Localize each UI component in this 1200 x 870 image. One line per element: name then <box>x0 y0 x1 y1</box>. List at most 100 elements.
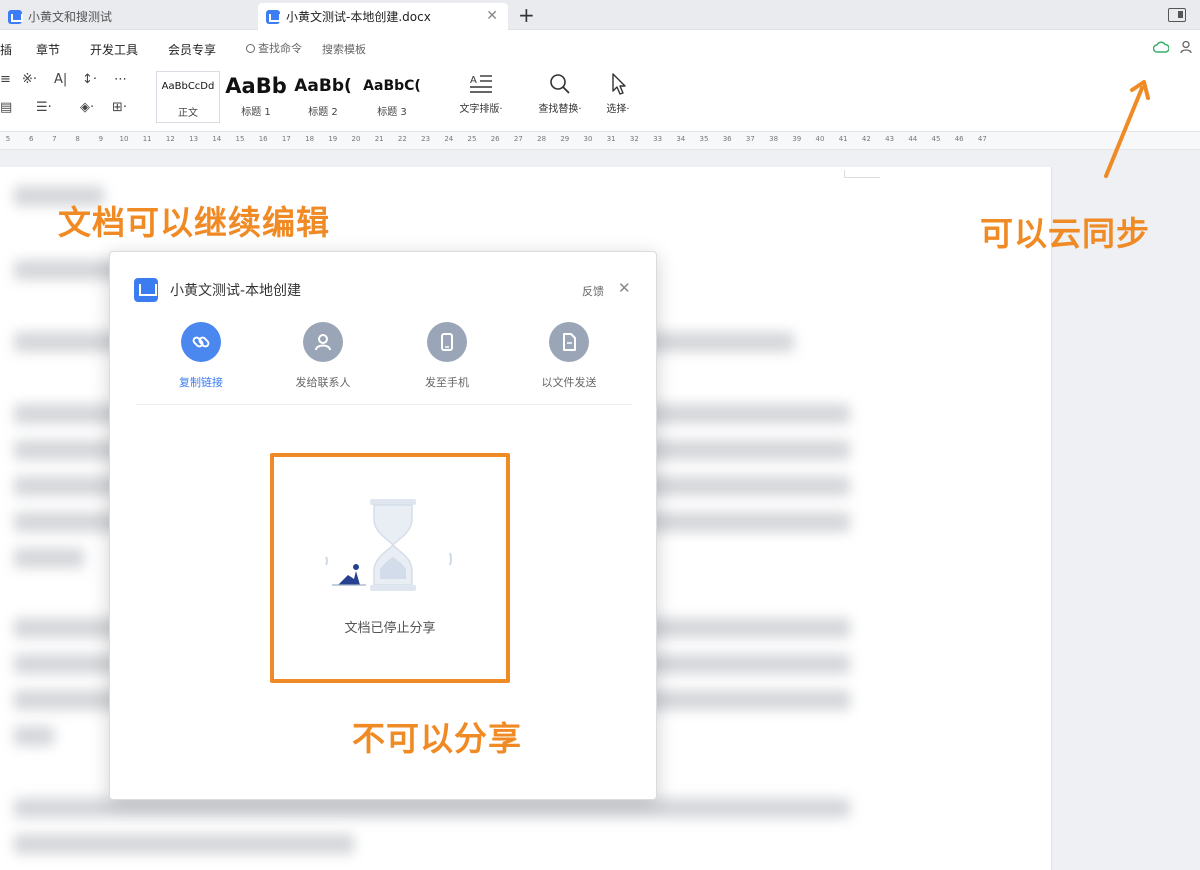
ruler-tick-label: 37 <box>745 135 755 143</box>
align-icon[interactable]: ▤ <box>0 100 12 115</box>
style-heading-3[interactable]: AaBbC( 标题 3 <box>356 71 428 123</box>
search-template-link[interactable]: 搜索模板 <box>322 41 366 57</box>
annotation-no-share: 不可以分享 <box>352 719 522 758</box>
option-label: 以文件发送 <box>541 376 597 389</box>
shading-icon[interactable]: ◈· <box>80 100 94 115</box>
ruler-tick-label: 39 <box>792 135 802 143</box>
close-icon[interactable]: ✕ <box>618 280 631 296</box>
share-copy-link[interactable]: 复制链接 <box>146 322 256 390</box>
style-label: 标题 3 <box>377 107 407 118</box>
ruler-tick-label: 33 <box>653 135 663 143</box>
style-preview: AaBbCcDd <box>161 81 215 92</box>
ribbon-toolbar: ≡ ※· A| ↕· ⋯ ▤ ☰· ◈· ⊞· AaBbCcDd 正文 AaBb… <box>0 66 1200 132</box>
annotation-editable: 文档可以继续编辑 <box>58 203 330 242</box>
line-spacing-icon[interactable]: ☰· <box>36 100 52 115</box>
annotation-arrow <box>1104 80 1150 178</box>
ruler-tick-label: 9 <box>98 135 104 143</box>
window-layout-icon[interactable] <box>1168 8 1186 22</box>
menu-insert[interactable]: 插 <box>0 41 12 58</box>
ruler-tick-label: 6 <box>28 135 34 143</box>
share-as-file[interactable]: 以文件发送 <box>514 322 624 390</box>
ruler-tick-label: 12 <box>165 135 175 143</box>
ruler-tick-label: 26 <box>490 135 500 143</box>
svg-text:A: A <box>470 75 477 86</box>
option-label: 发给联系人 <box>295 376 351 389</box>
menu-bar: 插 章节 开发工具 会员专享 查找命令 搜索模板 <box>0 30 1200 66</box>
menu-developer-tools[interactable]: 开发工具 <box>90 41 138 58</box>
ruler-tick-label: 22 <box>397 135 407 143</box>
style-preview: AaBb <box>225 74 287 98</box>
menu-section[interactable]: 章节 <box>36 41 60 58</box>
ruler-tick-label: 14 <box>212 135 222 143</box>
collaborator-icon[interactable] <box>1180 40 1194 54</box>
style-heading-2[interactable]: AaBb( 标题 2 <box>290 71 356 123</box>
blurred-text-line <box>14 548 84 568</box>
para-spacing-icon[interactable]: ≡ <box>0 72 11 87</box>
asian-layout-icon[interactable]: ※· <box>22 72 37 87</box>
ruler-tick-label: 18 <box>305 135 315 143</box>
ruler-tick-label: 24 <box>444 135 454 143</box>
share-stopped-message: 文档已停止分享 <box>344 621 436 636</box>
ruler-tick-label: 36 <box>722 135 732 143</box>
share-stopped-panel: 文档已停止分享 <box>270 453 510 683</box>
text-layout-label: 文字排版· <box>459 104 503 115</box>
select-label: 选择· <box>606 104 630 115</box>
text-layout-button[interactable]: A 文字排版· <box>448 72 514 115</box>
border-icon[interactable]: ⊞· <box>112 100 127 115</box>
style-preview: AaBbC( <box>363 78 421 94</box>
ruler-tick-label: 13 <box>189 135 199 143</box>
menu-member-exclusive[interactable]: 会员专享 <box>168 41 216 58</box>
tab-document-2-active[interactable]: 小黄文测试-本地创建.docx ✕ <box>258 3 508 30</box>
ruler-tick-label: 16 <box>258 135 268 143</box>
horizontal-ruler[interactable]: 5 6 7 8 9 10 11 12 13 14 15 16 17 18 19 20 21 22 23 24 25 26 2… <box>0 132 1200 150</box>
ruler-tick-label: 30 <box>583 135 593 143</box>
file-icon <box>549 322 589 362</box>
ruler-tick-label: 20 <box>351 135 361 143</box>
feedback-link[interactable]: 反馈 <box>582 283 604 299</box>
sort-icon[interactable]: ↕· <box>82 72 97 87</box>
style-label: 标题 2 <box>308 107 338 118</box>
select-button[interactable]: 选择· <box>596 72 640 115</box>
ruler-tick-label: 45 <box>931 135 941 143</box>
cursor-arrow-icon <box>612 73 626 95</box>
tab-bar: 小黄文和搜测试 小黄文测试-本地创建.docx ✕ + <box>0 0 1200 30</box>
ruler-tick-label: 29 <box>560 135 570 143</box>
search-command-label: 查找命令 <box>258 42 302 55</box>
char-format-icon[interactable]: A| <box>54 72 67 87</box>
find-replace-button[interactable]: 查找替换· <box>528 72 592 115</box>
style-label: 标题 1 <box>241 107 271 118</box>
share-to-phone[interactable]: 发至手机 <box>392 322 502 390</box>
contact-icon <box>303 322 343 362</box>
style-preview: AaBb( <box>294 76 352 96</box>
style-heading-1[interactable]: AaBb 标题 1 <box>222 71 290 123</box>
wps-doc-icon <box>266 9 281 24</box>
dialog-title: 小黄文测试-本地创建 <box>170 283 302 299</box>
option-label: 发至手机 <box>425 376 469 389</box>
search-command[interactable]: 查找命令 <box>246 40 302 56</box>
ruler-tick-label: 34 <box>676 135 686 143</box>
share-to-contact[interactable]: 发给联系人 <box>268 322 378 390</box>
cloud-sync-icon[interactable] <box>1153 41 1169 53</box>
close-tab-icon[interactable]: ✕ <box>486 8 498 24</box>
hourglass-illustration-icon <box>325 499 452 591</box>
tab-document-1[interactable]: 小黄文和搜测试 <box>0 3 252 30</box>
style-label: 正文 <box>178 108 198 119</box>
option-label: 复制链接 <box>179 376 223 389</box>
ruler-tick-label: 19 <box>328 135 338 143</box>
ruler-tick-label: 8 <box>75 135 80 143</box>
ruler-tick-label: 43 <box>885 135 895 143</box>
new-tab-plus-icon[interactable]: + <box>518 3 535 27</box>
ruler-tick-label: 27 <box>513 135 523 143</box>
ruler-tick-label: 10 <box>119 135 129 143</box>
ruler-tick-label: 25 <box>467 135 477 143</box>
ruler-tick-label: 47 <box>977 135 987 143</box>
show-marks-icon[interactable]: ⋯ <box>114 72 127 87</box>
ruler-tick-label: 40 <box>815 135 825 143</box>
style-normal[interactable]: AaBbCcDd 正文 <box>156 71 220 123</box>
link-icon <box>181 322 221 362</box>
ruler-tick-label: 38 <box>769 135 779 143</box>
tab-label: 小黄文测试-本地创建.docx <box>286 10 431 24</box>
ruler-tick-label: 46 <box>954 135 964 143</box>
annotation-cloud-sync: 可以云同步 <box>980 214 1150 253</box>
text-layout-icon: A <box>470 75 492 93</box>
